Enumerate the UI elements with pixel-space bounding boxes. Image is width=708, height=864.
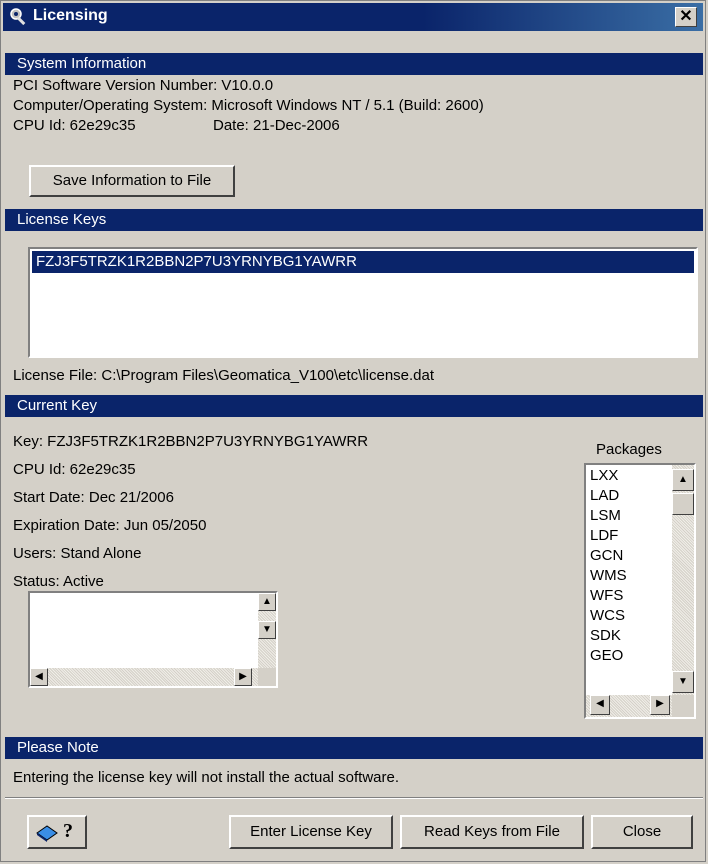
read-keys-from-file-button[interactable]: Read Keys from File (400, 815, 584, 849)
current-cpu-text: CPU Id: 62e29c35 (13, 461, 136, 478)
expiration-date-text: Expiration Date: Jun 05/2050 (13, 517, 207, 534)
save-info-button[interactable]: Save Information to File (29, 165, 235, 197)
scroll-right-arrow-icon[interactable]: ▶ (234, 668, 252, 686)
status-textarea[interactable]: ▲ ▼ ◀ ▶ (28, 591, 278, 688)
status-text: Status: Active (13, 573, 104, 590)
scroll-left-arrow-icon[interactable]: ◀ (30, 668, 48, 686)
packages-scroll-up-icon[interactable]: ▲ (672, 469, 694, 491)
license-file-text: License File: C:\Program Files\Geomatica… (13, 367, 435, 384)
current-key-header: Current Key (5, 395, 703, 417)
title-bar[interactable]: Licensing ✕ (3, 3, 703, 31)
cpu-id-text: CPU Id: 62e29c35 (13, 117, 136, 134)
packages-label: Packages (596, 441, 662, 458)
package-item[interactable]: WFS (590, 587, 623, 604)
scroll-corner (258, 668, 276, 686)
help-book-icon (36, 825, 58, 842)
package-item[interactable]: LDF (590, 527, 618, 544)
package-item[interactable]: GCN (590, 547, 623, 564)
os-text: Computer/Operating System: Microsoft Win… (13, 97, 484, 114)
packages-scroll-right-icon[interactable]: ▶ (650, 695, 670, 715)
note-text: Entering the license key will not instal… (13, 769, 400, 786)
package-item[interactable]: SDK (590, 627, 621, 644)
package-item[interactable]: WMS (590, 567, 627, 584)
current-key-text: Key: FZJ3F5TRZK1R2BBN2P7U3YRNYBG1YAWRR (13, 433, 369, 450)
version-text: PCI Software Version Number: V10.0.0 (13, 77, 274, 94)
license-key-item[interactable]: FZJ3F5TRZK1R2BBN2P7U3YRNYBG1YAWRR (32, 251, 694, 273)
system-info-header: System Information (5, 53, 703, 75)
please-note-header: Please Note (5, 737, 703, 759)
help-question-mark: ? (63, 820, 73, 842)
enter-license-key-button[interactable]: Enter License Key (229, 815, 393, 849)
horizontal-scrollbar[interactable] (30, 668, 258, 686)
users-text: Users: Stand Alone (13, 545, 142, 562)
license-keys-header: License Keys (5, 209, 703, 231)
date-text: Date: 21-Dec-2006 (213, 117, 340, 134)
scroll-down-arrow-icon[interactable]: ▼ (258, 621, 276, 639)
license-keys-list[interactable]: FZJ3F5TRZK1R2BBN2P7U3YRNYBG1YAWRR (28, 247, 698, 358)
packages-scroll-corner (672, 695, 694, 717)
package-item[interactable]: GEO (590, 647, 623, 664)
help-button[interactable]: ? (27, 815, 87, 849)
package-item[interactable]: LSM (590, 507, 621, 524)
window-title: Licensing (33, 7, 108, 24)
close-button[interactable]: Close (591, 815, 693, 849)
start-date-text: Start Date: Dec 21/2006 (13, 489, 174, 506)
packages-list[interactable]: LXX LAD LSM LDF GCN WMS WFS WCS SDK GEO … (584, 463, 696, 719)
licensing-window: Licensing ✕ System Information PCI Softw… (0, 0, 706, 862)
package-item[interactable]: LAD (590, 487, 619, 504)
packages-scroll-left-icon[interactable]: ◀ (590, 695, 610, 715)
packages-scroll-down-icon[interactable]: ▼ (672, 671, 694, 693)
package-item[interactable]: WCS (590, 607, 625, 624)
scroll-up-arrow-icon[interactable]: ▲ (258, 593, 276, 611)
close-icon[interactable]: ✕ (675, 7, 697, 27)
packages-scroll-thumb[interactable] (672, 493, 694, 515)
package-item[interactable]: LXX (590, 467, 618, 484)
footer-divider (5, 797, 703, 799)
key-icon (10, 8, 26, 26)
